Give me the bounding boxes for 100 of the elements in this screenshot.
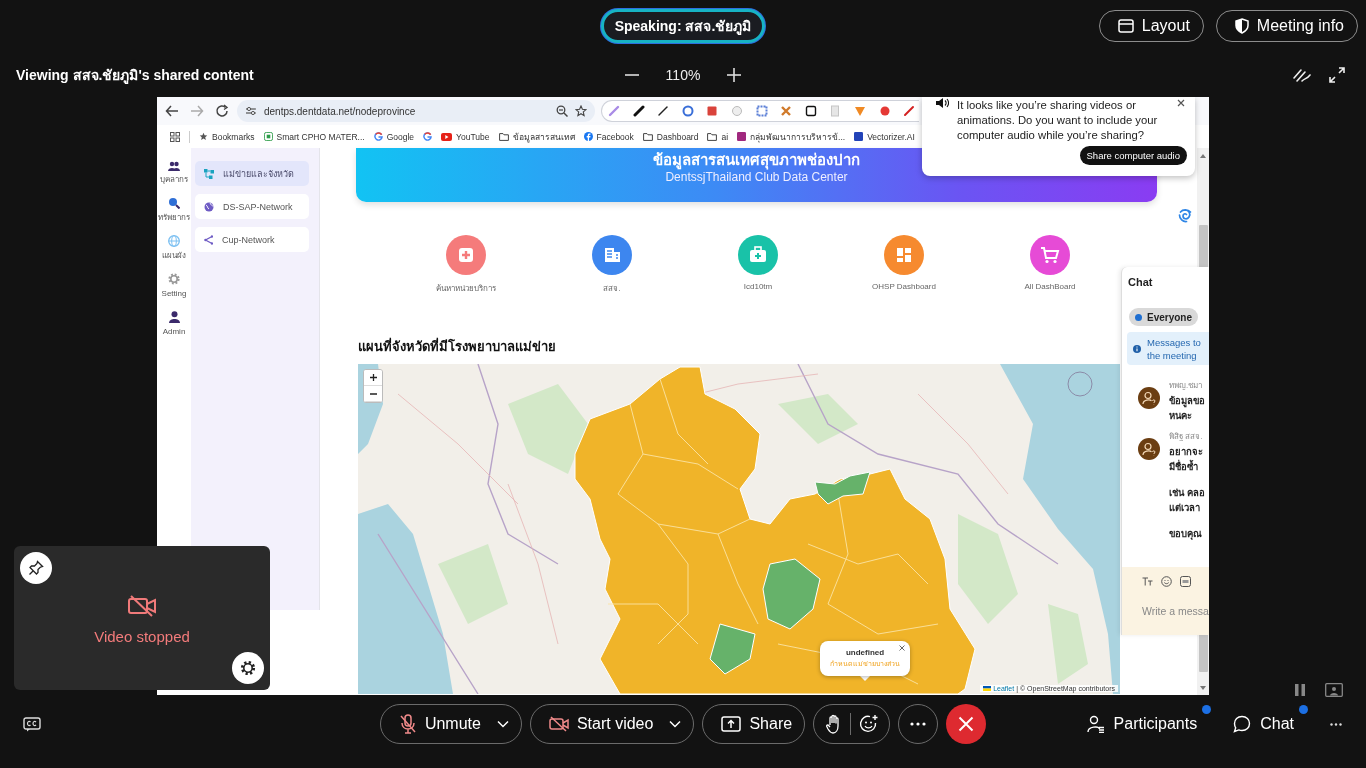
minus-icon [624, 73, 639, 76]
menu-item[interactable]: Cup-Network [195, 227, 309, 252]
bookmark-link[interactable]: Smart CPHO MATER... [263, 131, 365, 142]
bookmark-link[interactable] [423, 132, 433, 141]
bookmark-link[interactable]: Google [373, 131, 415, 142]
bookmark-link[interactable]: กลุ่มพัฒนาการบริหารข้... [737, 129, 846, 144]
pin-button[interactable] [20, 552, 52, 584]
ring-logo-icon [373, 132, 383, 141]
round-logo-icon [583, 132, 593, 141]
person-icon [168, 311, 180, 323]
bookmark-link[interactable]: Facebook [583, 131, 634, 142]
bookmark-link[interactable]: Bookmarks [199, 131, 255, 142]
more-options-button[interactable] [1330, 722, 1342, 726]
folder-icon [642, 132, 653, 141]
star-icon[interactable] [575, 105, 587, 117]
leave-button[interactable] [946, 704, 987, 744]
ellipsis-icon [910, 722, 927, 726]
video-status: Video stopped [94, 628, 190, 645]
close-icon[interactable] [899, 645, 905, 651]
message-field[interactable]: Write a messa [1142, 605, 1209, 617]
square-outline-icon[interactable] [804, 105, 817, 117]
shield-icon [1234, 18, 1249, 34]
shortcut-link[interactable]: All DashBoard [977, 235, 1123, 295]
share-screen-icon [721, 716, 742, 732]
address-bar[interactable]: dentps.dentdata.net/nodeprovince [237, 100, 595, 122]
shortcut-link[interactable]: Icd10tm [685, 235, 831, 295]
cross-icon [958, 716, 975, 732]
tune-icon[interactable] [245, 106, 257, 116]
slash-icon[interactable] [657, 105, 670, 117]
square-icon[interactable] [706, 105, 719, 117]
scroll-up-icon[interactable] [1200, 154, 1206, 158]
dashed-square-icon[interactable] [755, 105, 768, 117]
scroll-down-icon[interactable] [1200, 686, 1206, 690]
reload-icon[interactable] [215, 104, 229, 118]
rail-item[interactable]: Setting [161, 273, 187, 299]
tile-icon [737, 132, 747, 141]
page-tile-icon [263, 132, 273, 141]
ring-icon[interactable] [681, 105, 694, 117]
star-icon [199, 132, 208, 141]
network-icon [204, 168, 214, 179]
bookmark-link[interactable]: YouTube [441, 131, 490, 142]
people-icon [168, 161, 180, 171]
text-format-icon[interactable] [1142, 577, 1153, 586]
chat-button[interactable]: Chat [1233, 704, 1308, 744]
expand-icon[interactable] [1328, 65, 1346, 84]
participants-button[interactable]: Participants [1086, 704, 1212, 744]
sender-name: พิสิฐ สสจ. [1169, 432, 1203, 442]
bookmark-link[interactable]: Dashboard [642, 131, 699, 142]
plus-icon [369, 374, 377, 381]
menu-item[interactable]: DS-SAP-Network [195, 194, 309, 219]
rail-item[interactable]: แผนผัง [162, 235, 186, 261]
apps-grid-icon[interactable] [170, 131, 180, 142]
pin-icon [28, 560, 44, 576]
layout-icon [1117, 19, 1134, 33]
bookmark-link[interactable]: ข้อมูลสารสนเทศ [498, 129, 575, 144]
shortcut-link[interactable]: สสจ. [539, 235, 685, 295]
share-audio-button[interactable]: Share computer audio [1079, 146, 1187, 165]
rail-item[interactable]: Admin [162, 311, 186, 337]
screen-person-icon[interactable] [1325, 683, 1343, 697]
avatar-icon [1138, 438, 1160, 460]
audience-button[interactable]: Everyone [1129, 308, 1199, 326]
bookmark-link[interactable]: ai [707, 131, 729, 142]
globe-icon [168, 235, 180, 247]
minus-icon [369, 392, 377, 395]
cross-icon[interactable] [780, 105, 793, 117]
popup-title: undefined [845, 648, 885, 658]
back-icon[interactable] [165, 104, 179, 118]
zoom-icon[interactable] [556, 105, 568, 117]
rail-item[interactable]: บุคลากร [160, 161, 188, 185]
ring-logo-icon [423, 132, 433, 141]
speaker-icon [936, 98, 949, 108]
bookmark-link[interactable]: Vectorizer.AI [854, 131, 915, 142]
slash-icon[interactable] [632, 105, 645, 117]
folder-icon [707, 132, 718, 141]
settings-icon [240, 660, 256, 676]
banner-title: ข้อมูลสารสนเทศสุขภาพช่องปาก [653, 150, 860, 169]
zoom-level: 110% [665, 66, 701, 83]
rail-item[interactable]: ทรัพยากร [158, 197, 190, 223]
reactions-button[interactable] [859, 714, 880, 734]
message-text: ข้อมูลขอ หนคะ [1169, 394, 1205, 423]
shortcut-link[interactable]: ค้นหาหน่วยบริการ [393, 235, 539, 295]
menu-item[interactable]: แม่ข่ายและจังหวัด [195, 161, 309, 186]
emoji-icon[interactable] [1161, 576, 1172, 587]
globe-icon [204, 201, 214, 212]
viewing-label: Viewing สสจ.ชัยภูมิ's shared content [15, 65, 254, 86]
plus-icon [727, 67, 742, 82]
settings-button[interactable] [232, 652, 264, 684]
gif-icon[interactable] [1180, 576, 1191, 587]
banner-subtitle: DentssjThailand Club Data Center [665, 170, 848, 185]
map-zoom-in-button[interactable] [364, 370, 382, 386]
chat-bubble-icon [1233, 715, 1252, 733]
people-list-icon [1086, 715, 1105, 733]
close-icon[interactable] [1177, 99, 1185, 107]
shortcut-link[interactable]: OHSP Dashboard [831, 235, 977, 295]
circle-icon[interactable] [878, 105, 891, 117]
message-text: เช่น คลอ แต่เวลา [1169, 486, 1205, 515]
message-text: ขอบคุณ [1169, 527, 1202, 541]
pause-icon[interactable] [1293, 683, 1307, 697]
speaker-indicator: Speaking: สสจ.ชัยภูมิ [600, 9, 766, 43]
captions-icon[interactable] [23, 716, 41, 732]
